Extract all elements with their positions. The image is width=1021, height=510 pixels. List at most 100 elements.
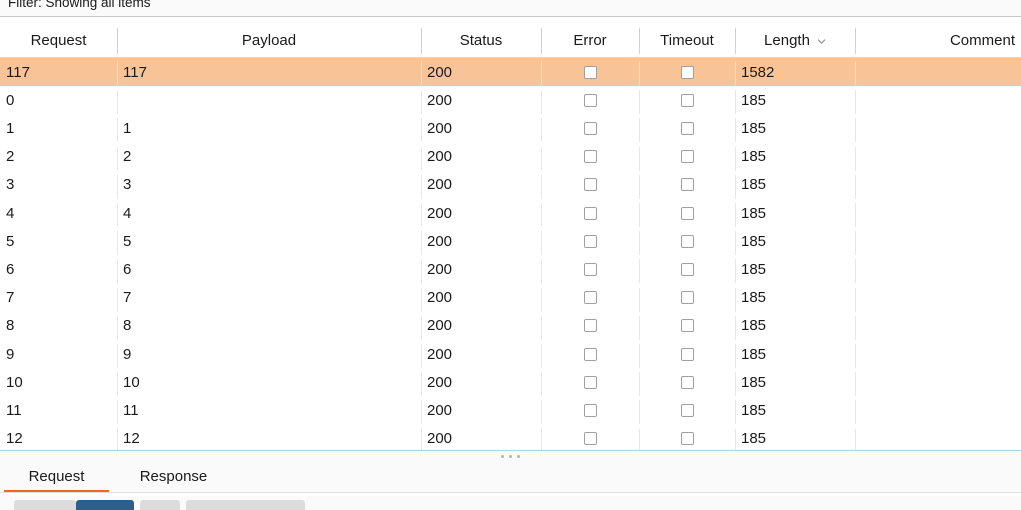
column-resize-handle[interactable]	[541, 28, 542, 54]
column-resize-handle[interactable]	[855, 28, 856, 54]
view-mode-button-strip[interactable]: PrettyRaw Hex Render	[0, 496, 1021, 510]
timeout-checkbox[interactable]	[680, 178, 694, 192]
timeout-checkbox[interactable]	[680, 403, 694, 417]
error-checkbox[interactable]	[583, 178, 597, 192]
cell-error[interactable]	[547, 368, 633, 396]
table-row[interactable]: 5 5 200 185	[0, 227, 1021, 256]
cell-timeout[interactable]	[645, 396, 729, 424]
cell-timeout[interactable]	[645, 284, 729, 312]
table-row[interactable]: 7 7 200 185	[0, 284, 1021, 312]
cell-timeout[interactable]	[645, 199, 729, 227]
table-row[interactable]: 2 2 200 185	[0, 143, 1021, 171]
cell-timeout[interactable]	[645, 143, 729, 171]
timeout-checkbox[interactable]	[680, 291, 694, 305]
table-row[interactable]: 0 200 185	[0, 86, 1021, 115]
error-checkbox[interactable]	[583, 319, 597, 333]
error-checkbox[interactable]	[583, 403, 597, 417]
filter-bar[interactable]: Filter: Showing all items	[0, 0, 1021, 17]
timeout-checkbox[interactable]	[680, 432, 694, 446]
error-checkbox[interactable]	[583, 291, 597, 305]
error-checkbox[interactable]	[583, 150, 597, 164]
chevron-down-icon[interactable]	[817, 37, 826, 46]
error-checkbox[interactable]	[583, 262, 597, 276]
column-header-request[interactable]: Request	[0, 24, 117, 57]
column-header-payload[interactable]: Payload	[117, 24, 421, 57]
cell-timeout[interactable]	[645, 114, 729, 142]
cell-error[interactable]	[547, 284, 633, 312]
table-row[interactable]: 9 9 200 185	[0, 340, 1021, 368]
table-row[interactable]: 6 6 200 185	[0, 255, 1021, 284]
timeout-checkbox[interactable]	[680, 93, 694, 107]
error-checkbox[interactable]	[583, 432, 597, 446]
table-body[interactable]: 117 117 200 1582 0 200 185 1 1 200 185 2 2 200 185 3 3 20…	[0, 58, 1021, 450]
attack-results-table[interactable]: Request Payload Status Error Timeout Length Co…	[0, 24, 1021, 451]
tab-response[interactable]: Response	[117, 461, 230, 492]
cell-timeout[interactable]	[645, 340, 729, 368]
cell-timeout[interactable]	[645, 227, 729, 255]
error-checkbox[interactable]	[583, 347, 597, 361]
column-header-error[interactable]: Error	[541, 24, 639, 57]
cell-error[interactable]	[547, 396, 633, 424]
view-button-raw[interactable]: Raw	[76, 500, 134, 510]
cell-divider	[855, 344, 856, 368]
view-button-render[interactable]: Render	[186, 500, 305, 510]
column-resize-handle[interactable]	[639, 28, 640, 54]
timeout-checkbox[interactable]	[680, 65, 694, 79]
cell-error[interactable]	[547, 312, 633, 340]
column-header-length[interactable]: Length	[735, 24, 855, 57]
error-checkbox[interactable]	[583, 65, 597, 79]
cell-error[interactable]	[547, 86, 633, 114]
cell-timeout[interactable]	[645, 255, 729, 283]
column-resize-handle[interactable]	[421, 28, 422, 54]
error-checkbox[interactable]	[583, 234, 597, 248]
cell-timeout[interactable]	[645, 368, 729, 396]
table-header-row[interactable]: Request Payload Status Error Timeout Length Co…	[0, 24, 1021, 58]
cell-error[interactable]	[547, 143, 633, 171]
error-checkbox[interactable]	[583, 206, 597, 220]
cell-error[interactable]	[547, 58, 633, 86]
timeout-checkbox[interactable]	[680, 262, 694, 276]
error-checkbox[interactable]	[583, 375, 597, 389]
cell-error[interactable]	[547, 255, 633, 283]
cell-error[interactable]	[547, 340, 633, 368]
column-header-timeout[interactable]: Timeout	[639, 24, 735, 57]
cell-error[interactable]	[547, 171, 633, 199]
table-row[interactable]: 10 10 200 185	[0, 368, 1021, 397]
error-checkbox[interactable]	[583, 93, 597, 107]
timeout-checkbox[interactable]	[680, 121, 694, 135]
column-resize-handle[interactable]	[735, 28, 736, 54]
cell-timeout[interactable]	[645, 425, 729, 450]
cell-timeout[interactable]	[645, 312, 729, 340]
tab-request[interactable]: Request	[4, 461, 109, 492]
cell-error[interactable]	[547, 425, 633, 450]
column-header-comment[interactable]: Comment	[855, 24, 1021, 57]
cell-timeout[interactable]	[645, 58, 729, 86]
cell-error[interactable]	[547, 114, 633, 142]
cell-error[interactable]	[547, 199, 633, 227]
panel-splitter[interactable]	[0, 451, 1021, 461]
table-row[interactable]: 4 4 200 185	[0, 199, 1021, 227]
view-button-hex[interactable]: Hex	[140, 500, 180, 510]
table-row[interactable]: 8 8 200 185	[0, 312, 1021, 340]
cell-timeout[interactable]	[645, 86, 729, 114]
cell-timeout[interactable]	[645, 171, 729, 199]
table-row[interactable]: 12 12 200 185	[0, 425, 1021, 450]
timeout-checkbox[interactable]	[680, 347, 694, 361]
column-header-label: Timeout	[660, 32, 714, 49]
error-checkbox[interactable]	[583, 121, 597, 135]
view-button-pretty[interactable]: Pretty	[14, 500, 76, 510]
table-row[interactable]: 1 1 200 185	[0, 114, 1021, 143]
cell-divider	[541, 315, 542, 340]
timeout-checkbox[interactable]	[680, 319, 694, 333]
table-row[interactable]: 3 3 200 185	[0, 171, 1021, 199]
timeout-checkbox[interactable]	[680, 206, 694, 220]
column-header-status[interactable]: Status	[421, 24, 541, 57]
column-resize-handle[interactable]	[117, 28, 118, 54]
timeout-checkbox[interactable]	[680, 150, 694, 164]
cell-error[interactable]	[547, 227, 633, 255]
detail-tabbar[interactable]: Request Response	[0, 461, 1021, 493]
table-row[interactable]: 117 117 200 1582	[0, 58, 1021, 87]
timeout-checkbox[interactable]	[680, 375, 694, 389]
table-row[interactable]: 11 11 200 185	[0, 396, 1021, 425]
timeout-checkbox[interactable]	[680, 234, 694, 248]
